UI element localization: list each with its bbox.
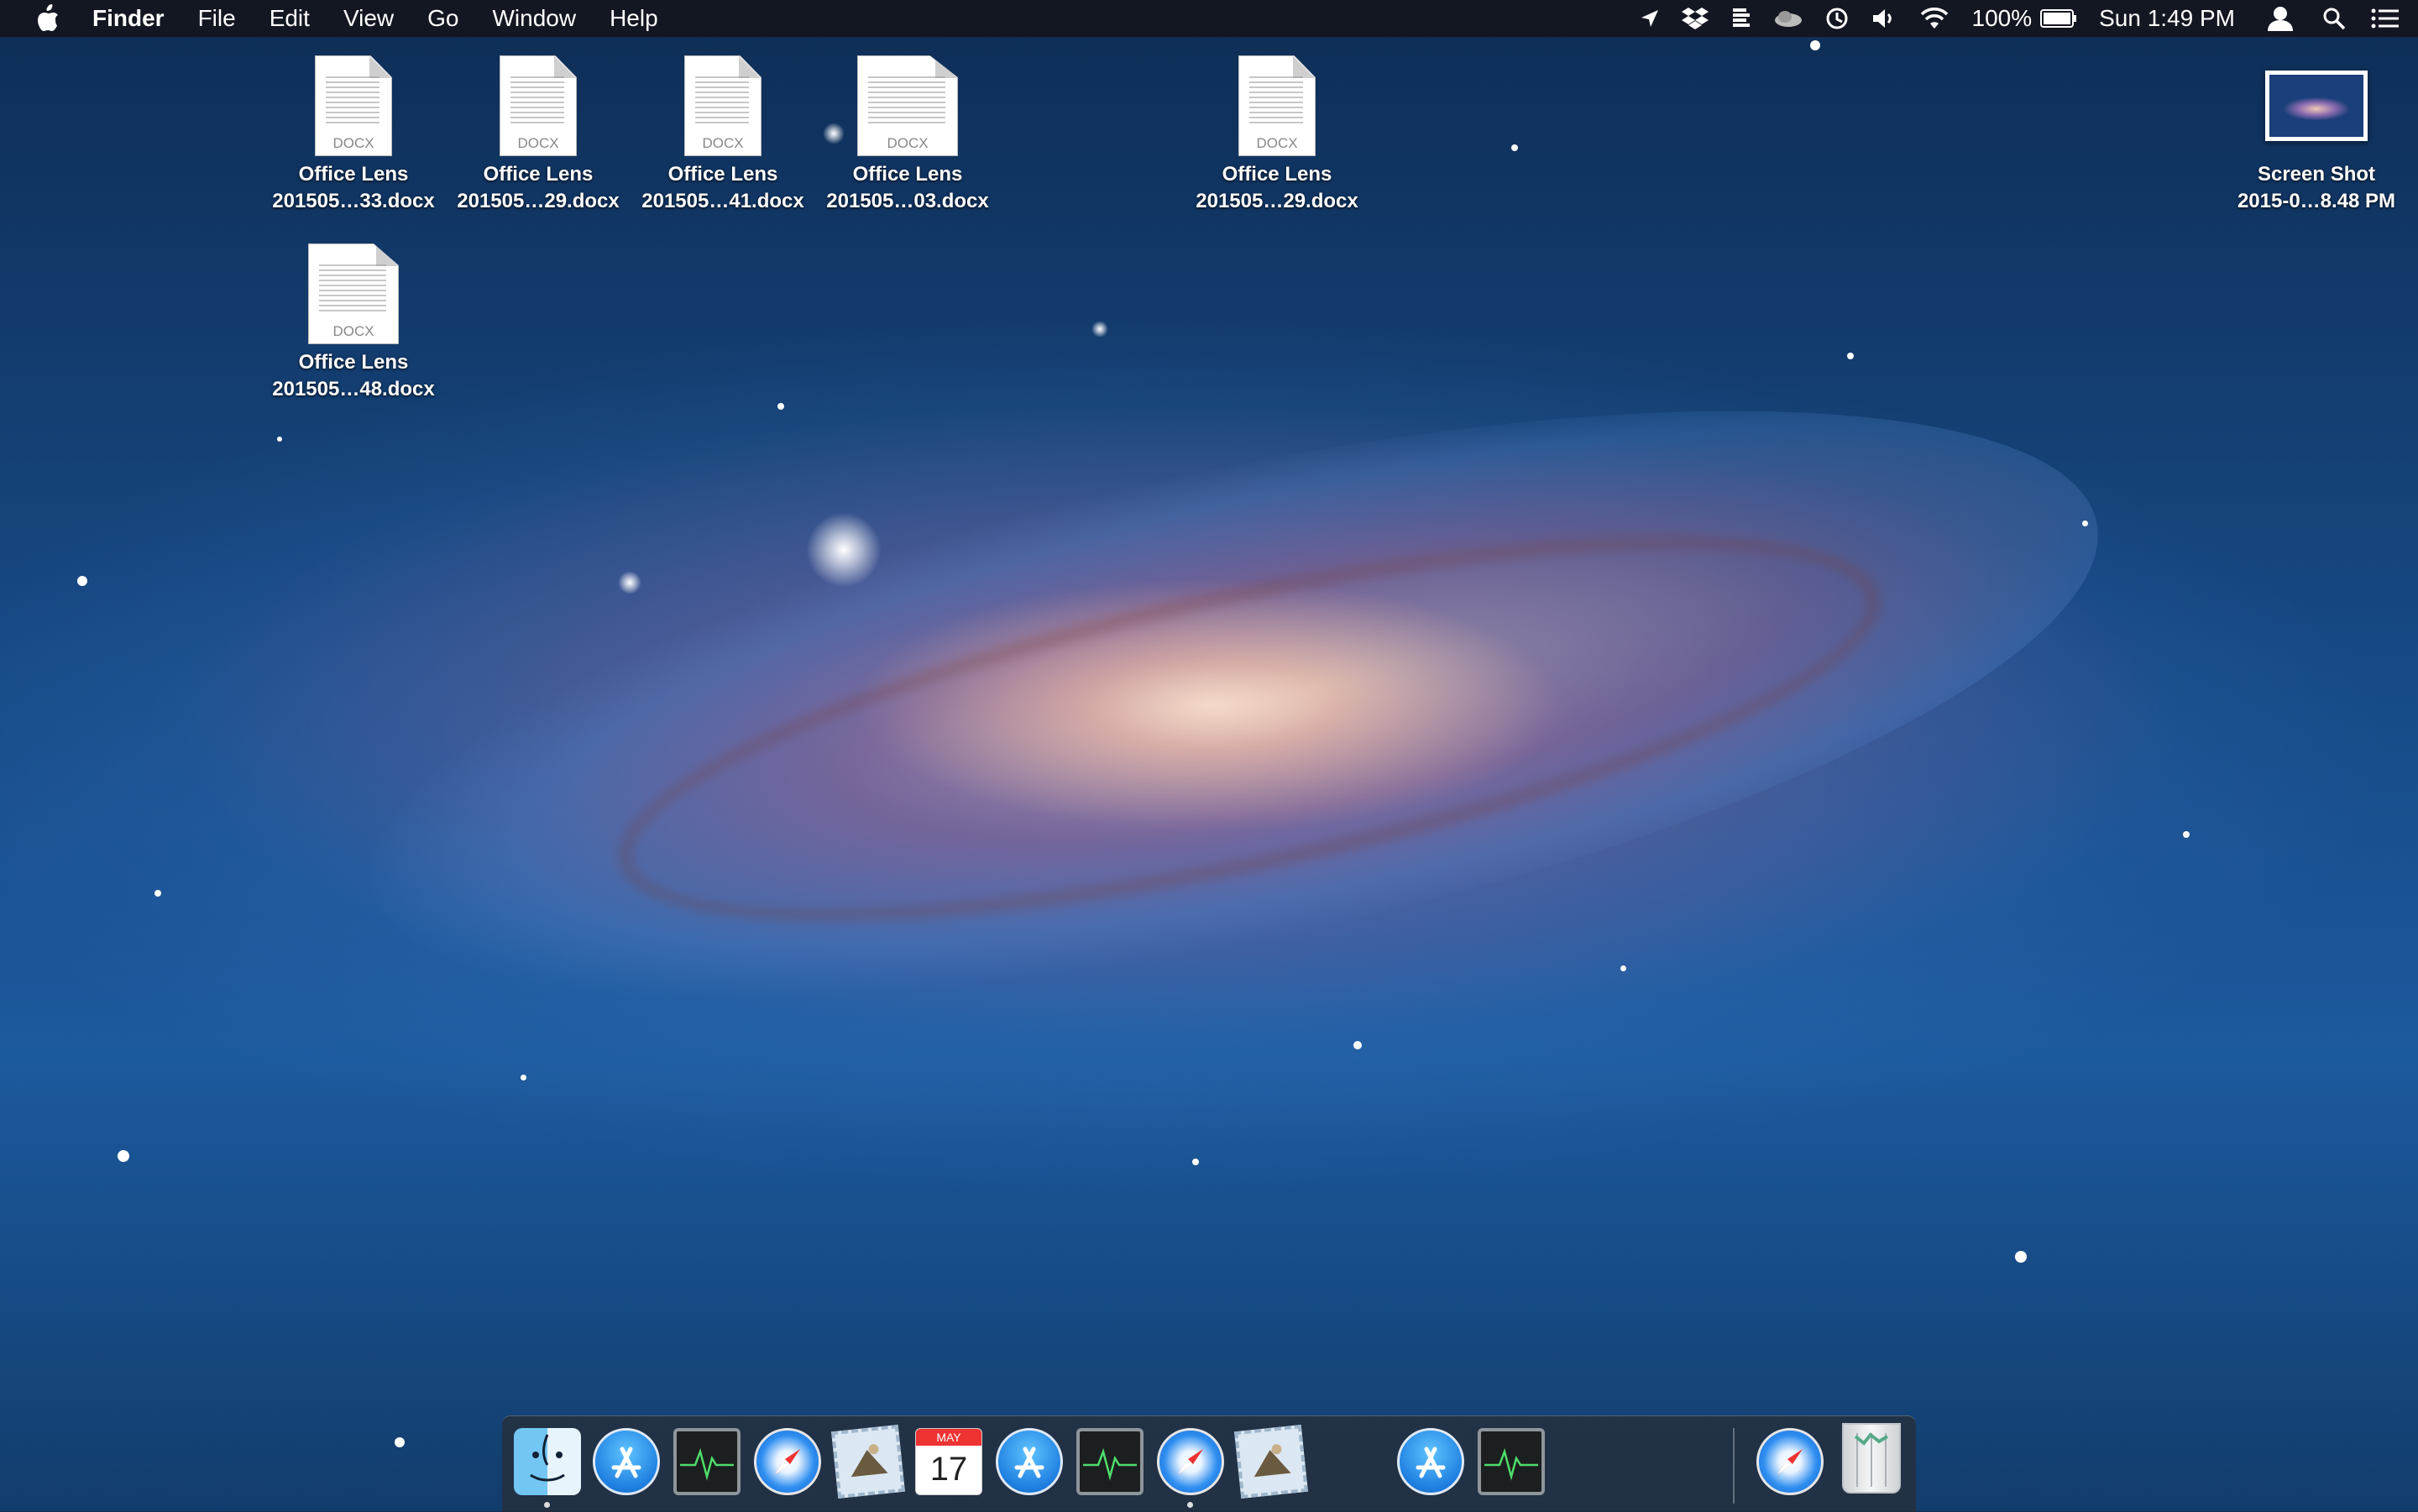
file-name-line2: 201505…29.docx	[1196, 190, 1358, 212]
location-arrow-icon[interactable]	[1640, 8, 1660, 29]
activity-monitor-icon[interactable]	[1478, 1428, 1545, 1495]
docx-document-icon: DOCX	[1238, 55, 1316, 156]
docx-document-icon: DOCX	[315, 55, 392, 156]
file-name-line1: Office Lens	[667, 163, 778, 186]
desktop-file-icon[interactable]: DOCX Office Lens 201505…29.docx	[442, 55, 635, 215]
mail-icon[interactable]	[1234, 1425, 1308, 1499]
docx-document-icon: DOCX	[308, 243, 399, 344]
menu-bar: Finder File Edit View Go Window Help 100…	[0, 0, 2418, 37]
app-store-icon[interactable]	[996, 1428, 1063, 1495]
battery-percent[interactable]: 100%	[1972, 5, 2033, 32]
docx-document-icon: DOCX	[857, 55, 958, 156]
wifi-icon[interactable]	[1918, 7, 1950, 30]
user-icon[interactable]	[2267, 6, 2294, 31]
desktop-file-icon[interactable]: DOCX Office Lens 201505…33.docx	[257, 55, 450, 215]
file-name-line1: Screen Shot	[2257, 163, 2376, 186]
volume-icon[interactable]	[1871, 8, 1897, 29]
file-name-line2: 201505…33.docx	[272, 190, 435, 212]
finder-icon[interactable]	[514, 1428, 581, 1495]
cloud-icon[interactable]	[1774, 9, 1803, 28]
file-name-line1: Office Lens	[298, 351, 409, 374]
dropbox-icon[interactable]	[1681, 7, 1709, 30]
mail-icon[interactable]	[831, 1425, 905, 1499]
notification-center-icon[interactable]	[2371, 8, 2400, 29]
safari-icon[interactable]	[1756, 1428, 1824, 1495]
file-name-line1: Office Lens	[1222, 163, 1332, 186]
file-name-line1: Office Lens	[852, 163, 963, 186]
docx-document-icon: DOCX	[500, 55, 577, 156]
app-store-icon[interactable]	[593, 1428, 660, 1495]
calendar-month: MAY	[916, 1429, 981, 1446]
menu-go[interactable]: Go	[411, 5, 475, 32]
calendar-day: 17	[929, 1451, 968, 1488]
file-name-line2: 2015-0…8.48 PM	[2237, 190, 2396, 212]
screenshot-thumbnail-icon	[2265, 71, 2368, 141]
file-name-line2: 201505…29.docx	[457, 190, 620, 212]
safari-icon[interactable]	[1157, 1428, 1224, 1495]
menu-app-name[interactable]: Finder	[92, 5, 181, 32]
menu-view[interactable]: View	[327, 5, 411, 32]
timemachine-icon[interactable]	[1824, 6, 1850, 31]
docx-document-icon: DOCX	[684, 55, 762, 156]
desktop-file-icon[interactable]: DOCX Office Lens 201505…41.docx	[626, 55, 819, 215]
dock-separator	[1733, 1428, 1735, 1504]
file-name-line2: 201505…48.docx	[272, 378, 435, 400]
safari-icon[interactable]	[754, 1428, 821, 1495]
running-indicator	[544, 1502, 550, 1508]
desktop-file-icon[interactable]: DOCX Office Lens 201505…29.docx	[1180, 55, 1374, 215]
file-name-line1: Office Lens	[298, 163, 409, 186]
file-name-line1: Office Lens	[483, 163, 594, 186]
spotlight-icon[interactable]	[2322, 7, 2346, 30]
menu-clock[interactable]: Sun 1:49 PM	[2099, 5, 2235, 32]
activity-monitor-icon[interactable]	[673, 1428, 741, 1495]
running-indicator	[1187, 1502, 1193, 1508]
battery-icon[interactable]	[2040, 8, 2077, 29]
evernote-icon[interactable]	[1730, 7, 1752, 30]
desktop-screenshot-icon[interactable]: Screen Shot 2015-0…8.48 PM	[2220, 71, 2413, 215]
dock: MAY 17	[502, 1415, 1916, 1512]
desktop-file-icon[interactable]: DOCX Office Lens 201505…03.docx	[811, 55, 1004, 215]
menu-window[interactable]: Window	[475, 5, 593, 32]
apple-menu-icon[interactable]	[34, 4, 62, 33]
file-name-line2: 201505…41.docx	[641, 190, 804, 212]
menu-file[interactable]: File	[181, 5, 253, 32]
trash-icon[interactable]	[1842, 1423, 1901, 1494]
file-name-line2: 201505…03.docx	[826, 190, 989, 212]
calendar-icon[interactable]: MAY 17	[915, 1428, 982, 1495]
menu-edit[interactable]: Edit	[253, 5, 327, 32]
menu-help[interactable]: Help	[593, 5, 675, 32]
app-store-icon[interactable]	[1397, 1428, 1464, 1495]
desktop-file-icon[interactable]: DOCX Office Lens 201505…48.docx	[257, 243, 450, 403]
activity-monitor-icon[interactable]	[1076, 1428, 1144, 1495]
